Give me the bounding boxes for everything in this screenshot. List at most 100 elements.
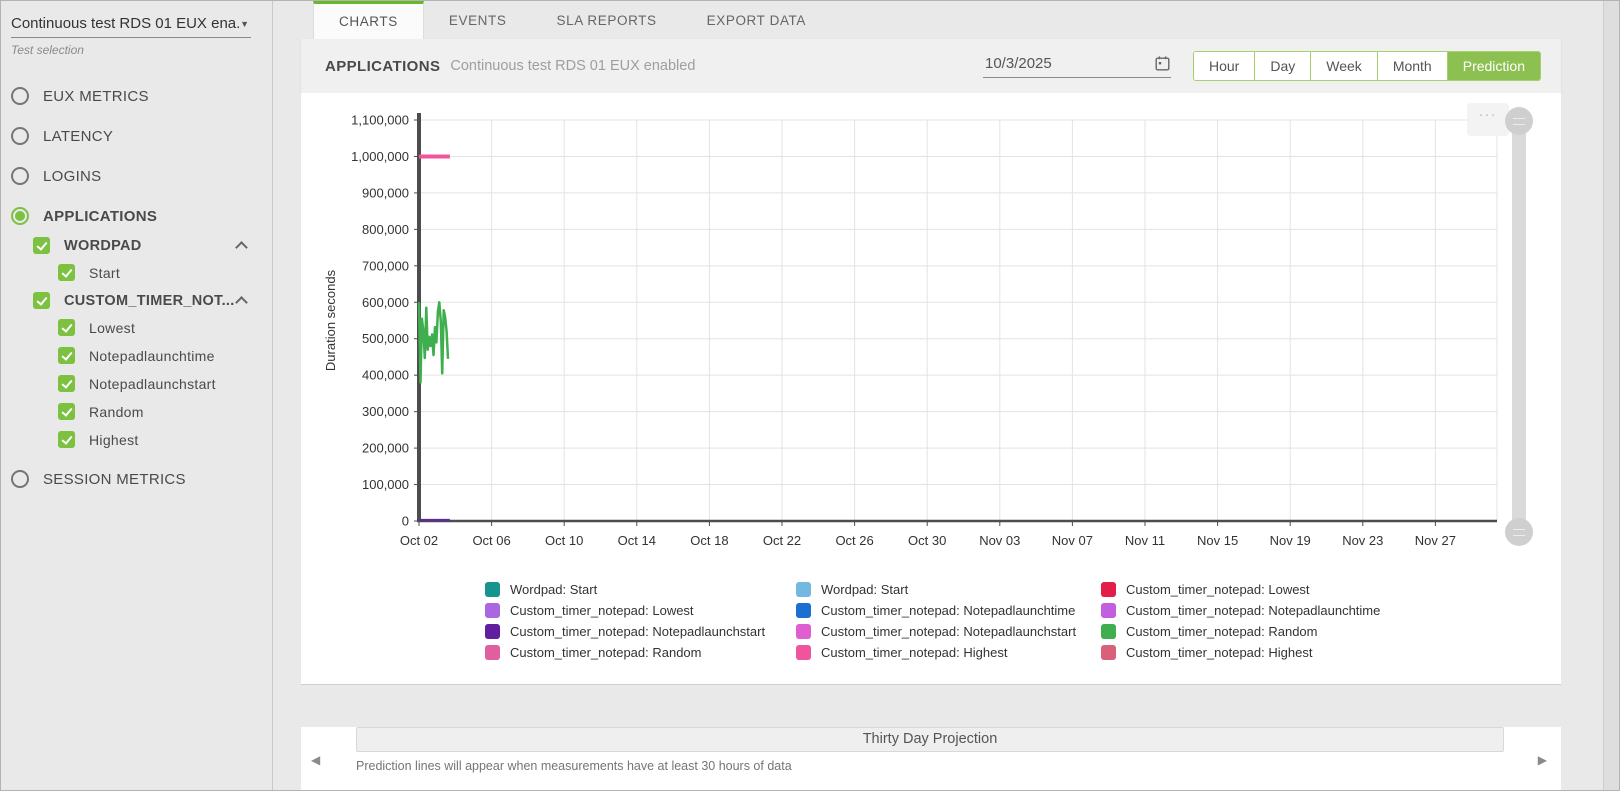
range-week-button[interactable]: Week bbox=[1310, 52, 1377, 80]
projection-bar[interactable]: Thirty Day Projection bbox=[356, 727, 1504, 752]
svg-text:Nov 03: Nov 03 bbox=[979, 533, 1020, 548]
tab-export-data[interactable]: EXPORT DATA bbox=[682, 1, 831, 39]
legend-column: Wordpad: Start Custom_timer_notepad: Lowe… bbox=[485, 579, 796, 663]
zoom-slider-track[interactable] bbox=[1512, 121, 1526, 533]
projection-note: Prediction lines will appear when measur… bbox=[356, 759, 1561, 773]
tab-events[interactable]: EVENTS bbox=[424, 1, 532, 39]
svg-text:0: 0 bbox=[402, 514, 409, 529]
sidebar-item-notepadlaunchtime[interactable]: Notepadlaunchtime bbox=[11, 347, 272, 364]
checkbox-checked-icon[interactable] bbox=[33, 292, 50, 309]
page-title: APPLICATIONS bbox=[325, 58, 440, 75]
sidebar-group-label: WORDPAD bbox=[64, 238, 142, 254]
checkbox-checked-icon[interactable] bbox=[33, 237, 50, 254]
legend-label: Custom_timer_notepad: Notepadlaunchstart bbox=[821, 624, 1076, 639]
legend-item[interactable]: Custom_timer_notepad: Notepadlaunchstart bbox=[485, 621, 796, 642]
svg-text:500,000: 500,000 bbox=[362, 331, 409, 346]
sidebar-item-highest[interactable]: Highest bbox=[11, 431, 272, 448]
sidebar-item-session-metrics[interactable]: SESSION METRICS bbox=[11, 470, 272, 488]
date-input[interactable] bbox=[983, 54, 1123, 73]
checkbox-checked-icon[interactable] bbox=[58, 403, 75, 420]
checkbox-checked-icon[interactable] bbox=[58, 319, 75, 336]
legend-swatch-icon bbox=[1101, 645, 1116, 660]
sidebar-item-eux-metrics[interactable]: EUX METRICS bbox=[11, 87, 272, 105]
sidebar-item-logins[interactable]: LOGINS bbox=[11, 167, 272, 185]
zoom-slider-handle-bottom[interactable] bbox=[1505, 518, 1533, 546]
legend-column: Custom_timer_notepad: Lowest Custom_timer… bbox=[1101, 579, 1380, 663]
legend-item[interactable]: Wordpad: Start bbox=[796, 579, 1101, 600]
prev-arrow-icon[interactable]: ◀ bbox=[311, 753, 320, 767]
checkbox-checked-icon[interactable] bbox=[58, 431, 75, 448]
svg-text:1,100,000: 1,100,000 bbox=[351, 113, 409, 128]
legend-label: Custom_timer_notepad: Random bbox=[1126, 624, 1318, 639]
legend-item[interactable]: Custom_timer_notepad: Random bbox=[1101, 621, 1380, 642]
checkbox-checked-icon[interactable] bbox=[58, 264, 75, 281]
checkbox-checked-icon[interactable] bbox=[58, 375, 75, 392]
svg-text:800,000: 800,000 bbox=[362, 222, 409, 237]
range-prediction-button[interactable]: Prediction bbox=[1447, 52, 1540, 80]
legend-label: Custom_timer_notepad: Random bbox=[510, 645, 702, 660]
svg-text:400,000: 400,000 bbox=[362, 368, 409, 383]
projection-panel: ◀ Thirty Day Projection ▶ Prediction lin… bbox=[301, 727, 1561, 791]
tab-sla-reports[interactable]: SLA REPORTS bbox=[531, 1, 681, 39]
svg-text:Duration seconds: Duration seconds bbox=[323, 269, 338, 371]
sidebar-item-random[interactable]: Random bbox=[11, 403, 272, 420]
legend-item[interactable]: Wordpad: Start bbox=[485, 579, 796, 600]
legend-item[interactable]: Custom_timer_notepad: Notepadlaunchtime bbox=[1101, 600, 1380, 621]
legend-swatch-icon bbox=[485, 624, 500, 639]
svg-text:Nov 15: Nov 15 bbox=[1197, 533, 1238, 548]
chart-header: APPLICATIONS Continuous test RDS 01 EUX … bbox=[301, 39, 1561, 93]
range-day-button[interactable]: Day bbox=[1254, 52, 1310, 80]
sidebar-group-custom-timer-notepad[interactable]: CUSTOM_TIMER_NOT... bbox=[11, 292, 272, 309]
svg-text:Oct 18: Oct 18 bbox=[690, 533, 728, 548]
legend-label: Wordpad: Start bbox=[510, 582, 597, 597]
svg-text:Nov 11: Nov 11 bbox=[1125, 533, 1165, 548]
checkbox-checked-icon[interactable] bbox=[58, 347, 75, 364]
legend-item[interactable]: Custom_timer_notepad: Lowest bbox=[1101, 579, 1380, 600]
svg-text:Oct 10: Oct 10 bbox=[545, 533, 583, 548]
range-month-button[interactable]: Month bbox=[1377, 52, 1447, 80]
chevron-up-icon[interactable] bbox=[235, 241, 248, 254]
test-selection-value: Continuous test RDS 01 EUX ena... bbox=[11, 15, 240, 32]
svg-text:Oct 06: Oct 06 bbox=[472, 533, 510, 548]
tab-charts[interactable]: CHARTS bbox=[313, 1, 424, 39]
test-selection-caption: Test selection bbox=[11, 43, 272, 57]
page-scrollbar[interactable] bbox=[1603, 1, 1619, 790]
legend-item[interactable]: Custom_timer_notepad: Highest bbox=[1101, 642, 1380, 663]
sidebar-item-lowest[interactable]: Lowest bbox=[11, 319, 272, 336]
svg-text:Oct 22: Oct 22 bbox=[763, 533, 801, 548]
range-hour-button[interactable]: Hour bbox=[1194, 52, 1254, 80]
legend-swatch-icon bbox=[1101, 603, 1116, 618]
sidebar-item-label: APPLICATIONS bbox=[43, 208, 157, 225]
date-picker[interactable] bbox=[983, 54, 1171, 78]
legend-swatch-icon bbox=[1101, 582, 1116, 597]
svg-text:Nov 07: Nov 07 bbox=[1052, 533, 1093, 548]
legend-item[interactable]: Custom_timer_notepad: Random bbox=[485, 642, 796, 663]
next-arrow-icon[interactable]: ▶ bbox=[1538, 753, 1547, 767]
sidebar-item-latency[interactable]: LATENCY bbox=[11, 127, 272, 145]
legend-swatch-icon bbox=[1101, 624, 1116, 639]
legend-label: Wordpad: Start bbox=[821, 582, 908, 597]
svg-text:700,000: 700,000 bbox=[362, 258, 409, 273]
sidebar-item-notepadlaunchstart[interactable]: Notepadlaunchstart bbox=[11, 375, 272, 392]
legend-item[interactable]: Custom_timer_notepad: Lowest bbox=[485, 600, 796, 621]
sidebar-item-label: Notepadlaunchtime bbox=[89, 348, 215, 364]
svg-text:300,000: 300,000 bbox=[362, 404, 409, 419]
legend-item[interactable]: Custom_timer_notepad: Notepadlaunchstart bbox=[796, 621, 1101, 642]
chart-menu-button[interactable]: ... bbox=[1467, 103, 1509, 136]
sidebar-item-label: Lowest bbox=[89, 320, 135, 336]
legend-label: Custom_timer_notepad: Lowest bbox=[1126, 582, 1310, 597]
test-selection-select[interactable]: Continuous test RDS 01 EUX ena... ▼ bbox=[11, 15, 251, 38]
sidebar-group-wordpad[interactable]: WORDPAD bbox=[11, 237, 272, 254]
calendar-icon[interactable] bbox=[1154, 55, 1171, 72]
sidebar-item-start[interactable]: Start bbox=[11, 264, 272, 281]
chevron-up-icon[interactable] bbox=[235, 296, 248, 309]
zoom-slider-handle-top[interactable] bbox=[1505, 107, 1533, 135]
sidebar-item-label: LATENCY bbox=[43, 128, 113, 145]
sidebar-item-applications[interactable]: APPLICATIONS bbox=[11, 207, 272, 225]
legend-label: Custom_timer_notepad: Highest bbox=[1126, 645, 1312, 660]
range-button-group: Hour Day Week Month Prediction bbox=[1193, 51, 1541, 81]
legend-item[interactable]: Custom_timer_notepad: Notepadlaunchtime bbox=[796, 600, 1101, 621]
legend-item[interactable]: Custom_timer_notepad: Highest bbox=[796, 642, 1101, 663]
applications-chart[interactable]: 0100,000200,000300,000400,000500,000600,… bbox=[301, 101, 1541, 571]
sidebar-item-label: LOGINS bbox=[43, 168, 101, 185]
